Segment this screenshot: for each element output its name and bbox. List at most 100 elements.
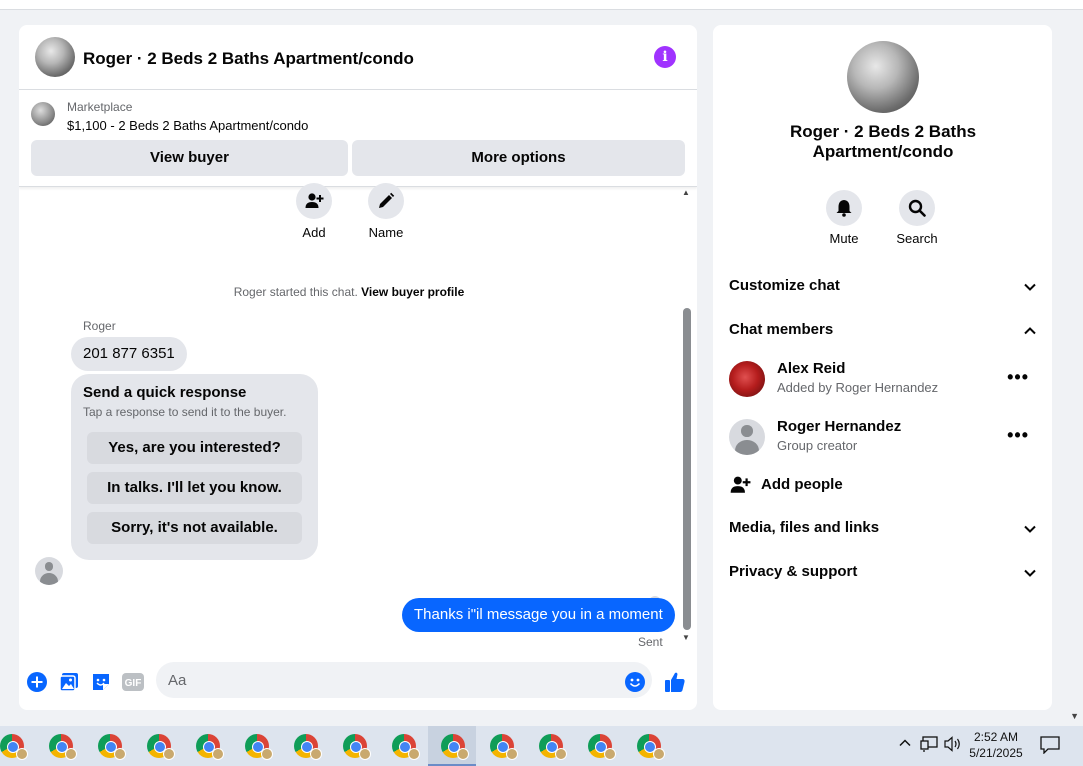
member-row[interactable]: Alex Reid Added by Roger Hernandez •••: [729, 357, 1037, 401]
member-avatar[interactable]: [729, 419, 765, 455]
plus-icon[interactable]: [26, 671, 48, 693]
chrome-taskbar-icon[interactable]: [147, 734, 175, 760]
member-row[interactable]: Roger Hernandez Group creator •••: [729, 415, 1037, 459]
chevron-down-icon: [1024, 569, 1036, 577]
gif-icon[interactable]: GIF: [122, 671, 144, 693]
customize-chat-section[interactable]: Customize chat: [729, 277, 1037, 301]
chrome-taskbar-icon[interactable]: [441, 734, 469, 760]
marketplace-label: Marketplace: [67, 100, 133, 114]
profile-badge: [114, 748, 126, 760]
quick-response-subtitle: Tap a response to send it to the buyer.: [83, 405, 287, 419]
privacy-support-section[interactable]: Privacy & support: [729, 563, 1037, 587]
sender-avatar[interactable]: [35, 557, 63, 585]
profile-badge: [310, 748, 322, 760]
more-options-icon[interactable]: •••: [1007, 425, 1029, 446]
pencil-icon: [379, 192, 395, 208]
message-scrollbar[interactable]: ▲ ▼: [682, 188, 692, 651]
add-person-button[interactable]: [296, 183, 332, 219]
network-icon[interactable]: [920, 736, 938, 755]
incoming-message-bubble[interactable]: 201 877 6351: [71, 337, 187, 371]
system-clock[interactable]: 2:52 AM 5/21/2025: [965, 729, 1027, 761]
composer: GIF: [19, 660, 697, 710]
emoji-icon[interactable]: [624, 671, 646, 693]
name-button[interactable]: [368, 183, 404, 219]
quick-response-option[interactable]: Yes, are you interested?: [87, 432, 302, 464]
side-chat-avatar[interactable]: [847, 41, 919, 113]
chevron-up-icon: [1024, 327, 1036, 335]
member-avatar[interactable]: [729, 361, 765, 397]
chrome-taskbar-icon[interactable]: [196, 734, 224, 760]
more-options-icon[interactable]: •••: [1007, 367, 1029, 388]
chrome-taskbar-icon[interactable]: [637, 734, 665, 760]
chat-members-label: Chat members: [729, 321, 834, 338]
privacy-support-label: Privacy & support: [729, 563, 858, 580]
page-scroll-down-arrow-icon[interactable]: ▼: [1070, 711, 1079, 721]
scroll-up-arrow-icon[interactable]: ▲: [682, 188, 690, 197]
profile-badge: [604, 748, 616, 760]
listing-title[interactable]: $1,100 - 2 Beds 2 Baths Apartment/condo: [67, 118, 308, 133]
chat-info-panel: Roger · 2 Beds 2 Baths Apartment/condo M…: [713, 25, 1052, 710]
sender-name: Roger: [83, 319, 116, 333]
quick-response-card: Send a quick response Tap a response to …: [71, 374, 318, 560]
view-buyer-profile-link[interactable]: View buyer profile: [361, 285, 464, 299]
photo-icon[interactable]: [58, 671, 80, 693]
chevron-down-icon: [1024, 525, 1036, 533]
clock-date: 5/21/2025: [969, 746, 1023, 760]
chrome-taskbar-icon[interactable]: [294, 734, 322, 760]
windows-taskbar: 2:52 AM 5/21/2025: [0, 726, 1083, 766]
mute-button[interactable]: [826, 190, 862, 226]
chrome-taskbar-icon[interactable]: [392, 734, 420, 760]
search-button[interactable]: [899, 190, 935, 226]
add-person-icon: [305, 193, 324, 208]
chrome-taskbar-icon[interactable]: [49, 734, 77, 760]
marketplace-banner: Marketplace $1,100 - 2 Beds 2 Baths Apar…: [19, 91, 697, 187]
chrome-taskbar-icon[interactable]: [588, 734, 616, 760]
chrome-taskbar-icon[interactable]: [98, 734, 126, 760]
chrome-taskbar-icon[interactable]: [343, 734, 371, 760]
outgoing-message-bubble[interactable]: Thanks i"il message you in a moment: [402, 598, 675, 632]
profile-badge: [506, 748, 518, 760]
tray-chevron-up-icon[interactable]: [898, 736, 912, 753]
system-message: Roger started this chat. View buyer prof…: [19, 285, 679, 299]
add-people-button[interactable]: Add people: [729, 473, 929, 497]
scrollbar-thumb[interactable]: [683, 308, 691, 630]
chat-members-section[interactable]: Chat members: [729, 321, 1037, 345]
view-buyer-button[interactable]: View buyer: [31, 140, 348, 176]
volume-icon[interactable]: [944, 736, 962, 755]
chat-title[interactable]: Roger · 2 Beds 2 Baths Apartment/condo: [83, 49, 414, 69]
scroll-down-arrow-icon[interactable]: ▼: [682, 633, 690, 642]
chat-avatar[interactable]: [35, 37, 75, 77]
chat-panel: Roger · 2 Beds 2 Baths Apartment/condo i…: [19, 25, 697, 710]
quick-response-option[interactable]: In talks. I'll let you know.: [87, 472, 302, 504]
search-icon: [908, 199, 926, 217]
add-people-label: Add people: [761, 476, 843, 493]
quick-response-title: Send a quick response: [83, 384, 247, 401]
more-options-button[interactable]: More options: [352, 140, 685, 176]
search-label: Search: [896, 231, 938, 246]
profile-badge: [163, 748, 175, 760]
profile-badge: [16, 748, 28, 760]
notification-icon[interactable]: [1040, 736, 1060, 755]
sticker-icon[interactable]: [90, 671, 112, 693]
add-person-icon: [730, 476, 751, 493]
media-files-section[interactable]: Media, files and links: [729, 519, 1037, 543]
clock-time: 2:52 AM: [973, 730, 1019, 744]
profile-badge: [457, 748, 469, 760]
quick-response-option[interactable]: Sorry, it's not available.: [87, 512, 302, 544]
message-input[interactable]: [156, 662, 652, 698]
thumbs-up-icon[interactable]: [664, 671, 686, 693]
chrome-taskbar-icon[interactable]: [245, 734, 273, 760]
add-label: Add: [302, 225, 326, 240]
media-files-label: Media, files and links: [729, 519, 880, 536]
chrome-taskbar-icon[interactable]: [539, 734, 567, 760]
info-icon[interactable]: i: [654, 46, 676, 68]
message-list: Add Name Roger started this chat. View b…: [19, 183, 697, 658]
message-status: Sent: [638, 635, 663, 649]
member-name: Alex Reid: [777, 360, 846, 377]
profile-badge: [65, 748, 77, 760]
chrome-taskbar-icon[interactable]: [490, 734, 518, 760]
listing-thumbnail[interactable]: [31, 102, 55, 126]
chrome-taskbar-icon[interactable]: [0, 734, 28, 760]
profile-badge: [653, 748, 665, 760]
profile-badge: [212, 748, 224, 760]
